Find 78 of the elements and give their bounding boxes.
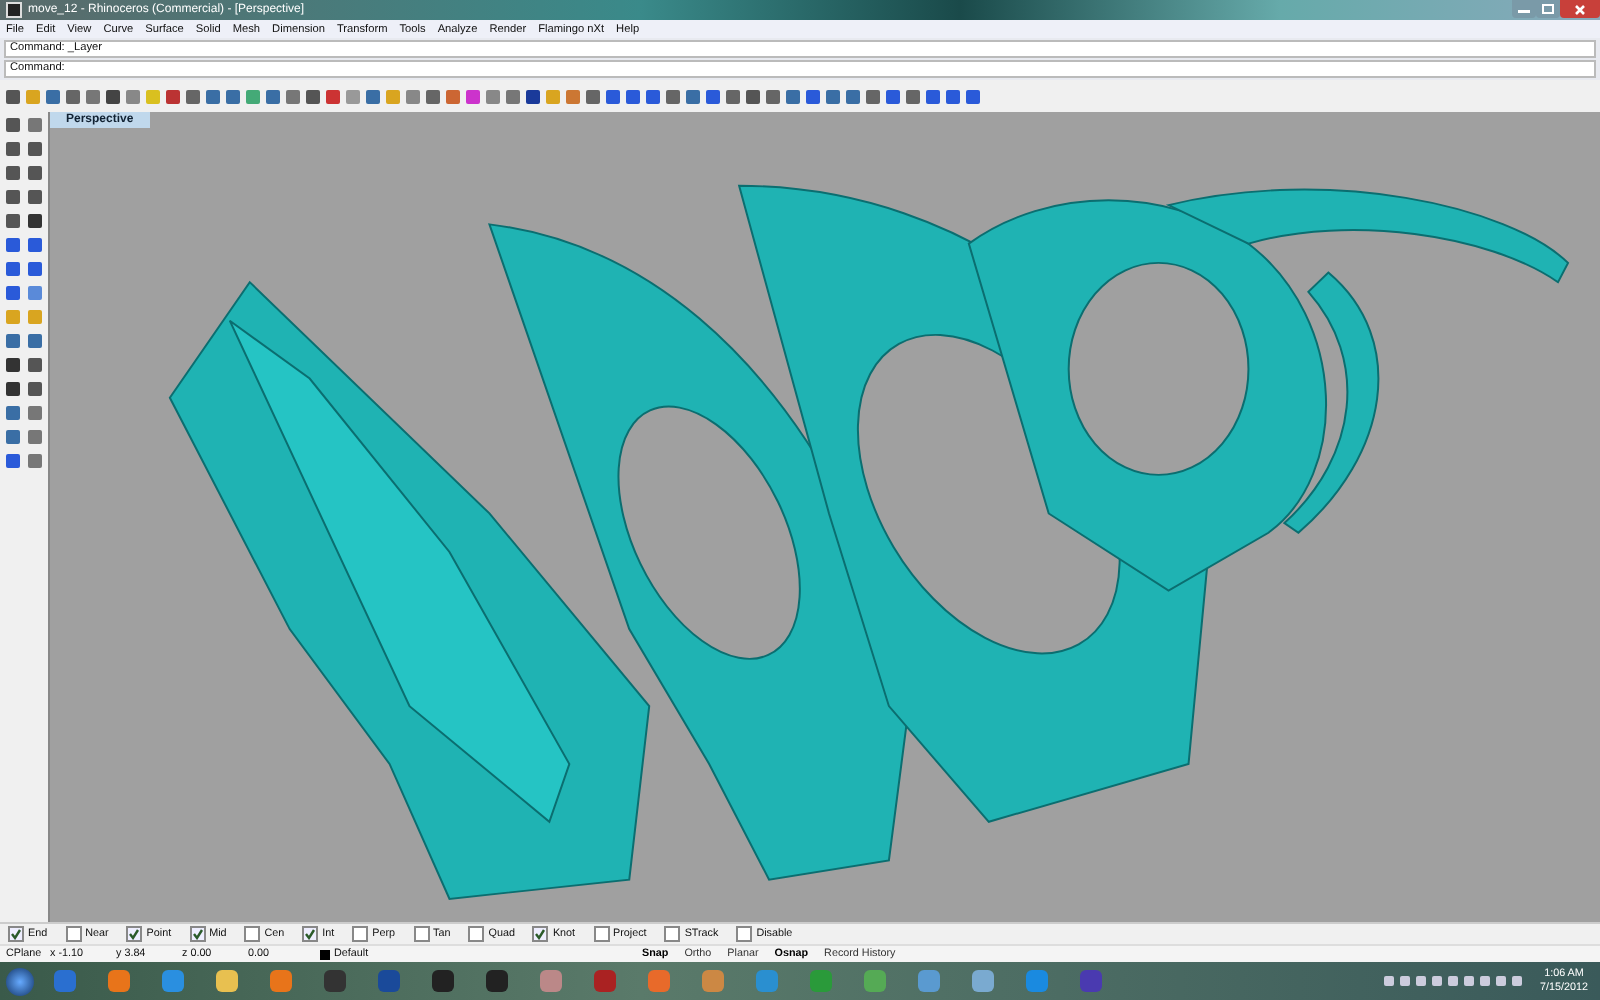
toolbar-button[interactable]: [304, 87, 322, 105]
toolbar-button[interactable]: [764, 87, 782, 105]
tool-button[interactable]: [4, 260, 22, 278]
osnap-checkbox[interactable]: [65, 926, 82, 942]
maximize-button[interactable]: [1536, 0, 1560, 18]
osnap-checkbox[interactable]: [468, 926, 485, 942]
osnap-checkbox[interactable]: [736, 926, 753, 942]
toolbar-button[interactable]: [324, 87, 342, 105]
osnap-checkbox[interactable]: [126, 926, 143, 942]
toolbar-button[interactable]: [224, 87, 242, 105]
osnap-checkbox[interactable]: [8, 926, 24, 942]
osnap-checkbox[interactable]: [664, 926, 681, 942]
toolbar-button[interactable]: [464, 87, 482, 105]
tool-button[interactable]: [4, 116, 22, 134]
close-button[interactable]: [1560, 0, 1600, 18]
tool-button[interactable]: [26, 236, 44, 254]
tool-button[interactable]: [4, 188, 22, 206]
toolbar-button[interactable]: [904, 87, 922, 105]
toolbar-button[interactable]: [504, 87, 522, 105]
close-icon: [1574, 3, 1586, 15]
osnap-checkbox[interactable]: [352, 926, 369, 942]
start-button[interactable]: [6, 967, 34, 995]
osnap-checkbox[interactable]: [189, 926, 206, 942]
minimize-button[interactable]: [1512, 0, 1536, 18]
toolbar-button[interactable]: [944, 87, 962, 105]
toolbar-button[interactable]: [524, 87, 542, 105]
toolbar-button[interactable]: [864, 87, 882, 105]
osnap-checkbox[interactable]: [532, 926, 549, 942]
app-logo-icon: [6, 2, 22, 18]
toolbar-button[interactable]: [184, 87, 202, 105]
toolbar-button[interactable]: [684, 87, 702, 105]
toolbar-button[interactable]: [704, 87, 722, 105]
toolbar-button[interactable]: [164, 87, 182, 105]
tool-button[interactable]: [26, 140, 44, 158]
toolbar-button[interactable]: [644, 87, 662, 105]
toolbar-button[interactable]: [364, 87, 382, 105]
tool-button[interactable]: [26, 212, 44, 230]
osnap-checkbox[interactable]: [593, 926, 610, 942]
osnap-checkbox[interactable]: [413, 926, 430, 942]
toolbar-button[interactable]: [204, 87, 222, 105]
tool-button[interactable]: [4, 212, 22, 230]
toolbar-button[interactable]: [44, 87, 62, 105]
osnap-checkbox[interactable]: [244, 926, 261, 942]
maximize-icon: [1542, 4, 1554, 14]
toolbar-button[interactable]: [804, 87, 822, 105]
tool-button[interactable]: [4, 164, 22, 182]
tool-button[interactable]: [4, 452, 22, 470]
tool-button[interactable]: [26, 380, 44, 398]
toolbar-button[interactable]: [844, 87, 862, 105]
toolbar-button[interactable]: [824, 87, 842, 105]
osnap-checkbox[interactable]: [302, 926, 319, 942]
toolbar-button[interactable]: [84, 87, 102, 105]
minimize-icon: [1518, 5, 1530, 13]
toolbar-button[interactable]: [604, 87, 622, 105]
toolbar-button[interactable]: [664, 87, 682, 105]
toolbar-button[interactable]: [284, 87, 302, 105]
toolbar-button[interactable]: [584, 87, 602, 105]
tool-button[interactable]: [4, 380, 22, 398]
toolbar-button[interactable]: [4, 87, 22, 105]
tool-button[interactable]: [26, 356, 44, 374]
toolbar-button[interactable]: [264, 87, 282, 105]
tool-button[interactable]: [4, 236, 22, 254]
toolbar-button[interactable]: [724, 87, 742, 105]
tool-button[interactable]: [26, 164, 44, 182]
toolbar-button[interactable]: [104, 87, 122, 105]
toolbar-button[interactable]: [784, 87, 802, 105]
tool-button[interactable]: [26, 260, 44, 278]
tool-button[interactable]: [4, 140, 22, 158]
tool-button[interactable]: [4, 356, 22, 374]
toolbar-button[interactable]: [884, 87, 902, 105]
toolbar-button[interactable]: [964, 87, 982, 105]
tool-button[interactable]: [4, 284, 22, 302]
toolbar-button[interactable]: [744, 87, 762, 105]
tool-button[interactable]: [26, 188, 44, 206]
toolbar-button[interactable]: [424, 87, 442, 105]
toolbar-button[interactable]: [624, 87, 642, 105]
toolbar-button[interactable]: [64, 87, 82, 105]
toolbar-button[interactable]: [924, 87, 942, 105]
